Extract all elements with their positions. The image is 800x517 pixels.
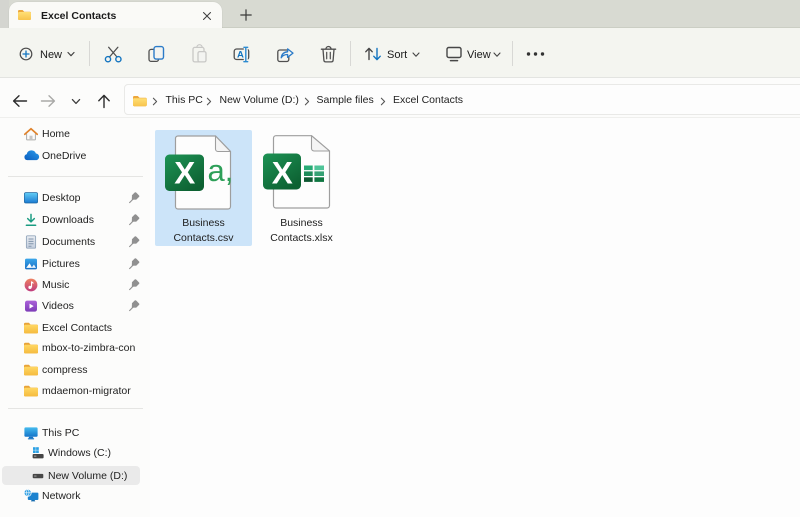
svg-text:X: X bbox=[272, 155, 293, 191]
svg-text:X: X bbox=[174, 155, 195, 191]
svg-text:A: A bbox=[237, 49, 244, 60]
svg-text:a,: a, bbox=[208, 153, 234, 188]
